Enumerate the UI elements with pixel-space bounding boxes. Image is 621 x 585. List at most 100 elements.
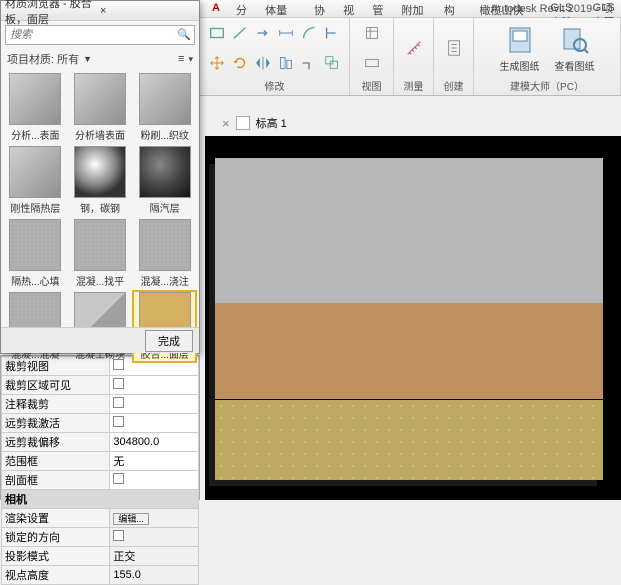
prop-group[interactable]: 相机 [2,490,199,509]
prop-value[interactable]: 304800.0 [113,436,159,448]
material-label: 分析墙表面 [71,127,129,142]
prop-value[interactable]: 155.0 [113,569,141,581]
gen-drawing-button[interactable]: 生成图纸 [494,22,546,75]
material-item[interactable]: 混凝...浇注 [134,219,195,288]
material-item[interactable]: 混凝...找平 [70,219,131,288]
page-icon [236,116,250,130]
material-thumb [9,73,61,125]
rotate-icon[interactable] [230,53,250,73]
prop-key: 锁定的方向 [2,528,110,547]
view2-icon[interactable] [362,53,382,73]
material-label: 钢，碳钢 [71,200,129,215]
document-tab[interactable]: × 标高 1 [222,113,287,133]
checkbox[interactable] [113,416,124,427]
ribbon-tab[interactable]: 管理 [370,0,387,17]
layer-plywood [215,400,603,481]
ribbon-tab[interactable]: 协作 [312,0,329,17]
ribbon: 修改 视图 测量 创建 生成图纸 查看图纸 建模大师（PC） [200,18,621,96]
material-thumb [74,73,126,125]
dialog-titlebar[interactable]: 材质浏览器 - 胶合板，面层 × [1,1,199,21]
search-box: 🔍 [5,25,195,45]
arrow-icon[interactable] [253,23,273,43]
material-label: 隔汽层 [136,200,194,215]
material-thumb [9,146,61,198]
filter-label[interactable]: 项目材质: 所有 [7,51,79,67]
move-icon[interactable] [207,53,227,73]
material-label: 混凝...找平 [71,273,129,288]
material-thumb [139,73,191,125]
search-input[interactable] [5,25,195,45]
material-label: 混凝...浇注 [136,273,194,288]
offset-icon[interactable] [322,53,342,73]
ribbon-tab[interactable]: 附加模块 [399,0,429,17]
material-label: 分析...表面 [6,127,64,142]
prop-key: 范围框 [2,452,110,471]
material-thumb [9,219,61,271]
checkbox[interactable] [113,378,124,389]
material-item[interactable]: 刚性隔热层 [5,146,66,215]
layer-brown [215,303,603,400]
material-browser-dialog: 材质浏览器 - 胶合板，面层 × 🔍 项目材质: 所有 ▼ ≡ ▾ 分析...表… [0,0,200,354]
ribbon-tab[interactable]: 视图 [341,0,358,17]
view-drawing-button[interactable]: 查看图纸 [549,22,601,75]
ribbon-tab[interactable]: 构件坞 [442,0,466,17]
align-icon[interactable] [276,53,296,73]
tab-label: 标高 1 [256,115,287,131]
material-item[interactable]: 分析墙表面 [70,73,131,142]
material-label: 粉刷...织纹 [136,127,194,142]
extend-icon[interactable] [322,23,342,43]
material-item[interactable]: 分析...表面 [5,73,66,142]
view-icon[interactable] [362,23,382,43]
measure-icon[interactable] [404,38,424,58]
prop-key: 注释裁剪 [2,395,110,414]
wall-model[interactable] [215,158,603,480]
dim-icon[interactable] [276,23,296,43]
material-item[interactable]: 钢，碳钢 [70,146,131,215]
ribbon-group-label: 修改 [265,78,285,93]
ribbon-group-label: 测量 [404,78,424,93]
dialog-title: 材质浏览器 - 胶合板，面层 [5,0,96,27]
checkbox[interactable] [113,530,124,541]
viewport-3d[interactable] [205,136,621,500]
rect-icon[interactable] [207,23,227,43]
material-item[interactable]: 隔热...心填 [5,219,66,288]
ribbon-tab[interactable]: 分析 [234,0,251,17]
sheet-icon [504,24,536,56]
prop-key: 渲染设置 [2,509,110,528]
done-button[interactable]: 完成 [145,330,193,352]
list-view-icon[interactable]: ≡ [178,53,184,65]
prop-key: 视点高度 [2,566,110,585]
line-icon[interactable] [230,23,250,43]
prop-value[interactable]: 正交 [113,551,135,563]
ribbon-tab[interactable]: A [210,0,222,17]
app-title: Autodesk Revit 2019 - 项 [491,0,613,16]
material-thumb [139,146,191,198]
material-item[interactable]: 粉刷...织纹 [134,73,195,142]
checkbox[interactable] [113,397,124,408]
trim-icon[interactable] [299,53,319,73]
properties-panel: 裁剪视图裁剪区域可见注释裁剪远剪裁激活远剪裁偏移304800.0范围框无剖面框相… [0,355,200,500]
prop-key: 远剪裁偏移 [2,433,110,452]
prop-value[interactable]: 无 [113,456,124,468]
chevron-down-icon[interactable]: ▾ [188,54,193,65]
create-icon[interactable] [444,38,464,58]
ribbon-tab[interactable]: 体量和场地 [263,0,300,17]
edit-button[interactable]: 编辑... [113,513,149,525]
material-label: 隔热...心填 [6,273,64,288]
material-thumb [74,219,126,271]
close-tab-icon[interactable]: × [222,116,230,131]
close-icon[interactable]: × [96,5,195,17]
mirror-icon[interactable] [253,53,273,73]
material-label: 刚性隔热层 [6,200,64,215]
ribbon-group-label: 视图 [362,78,382,93]
checkbox[interactable] [113,473,124,484]
ribbon-group-label: 创建 [444,78,464,93]
chevron-down-icon[interactable]: ▼ [83,54,92,64]
material-item[interactable]: 隔汽层 [134,146,195,215]
material-thumb [74,146,126,198]
search-icon[interactable]: 🔍 [177,28,191,41]
materials-grid: 分析...表面分析墙表面粉刷...织纹刚性隔热层钢，碳钢隔汽层隔热...心填混凝… [1,69,199,365]
arc-icon[interactable] [299,23,319,43]
layer-concrete [215,158,603,303]
ribbon-group-label: 建模大师（PC） [510,78,584,93]
